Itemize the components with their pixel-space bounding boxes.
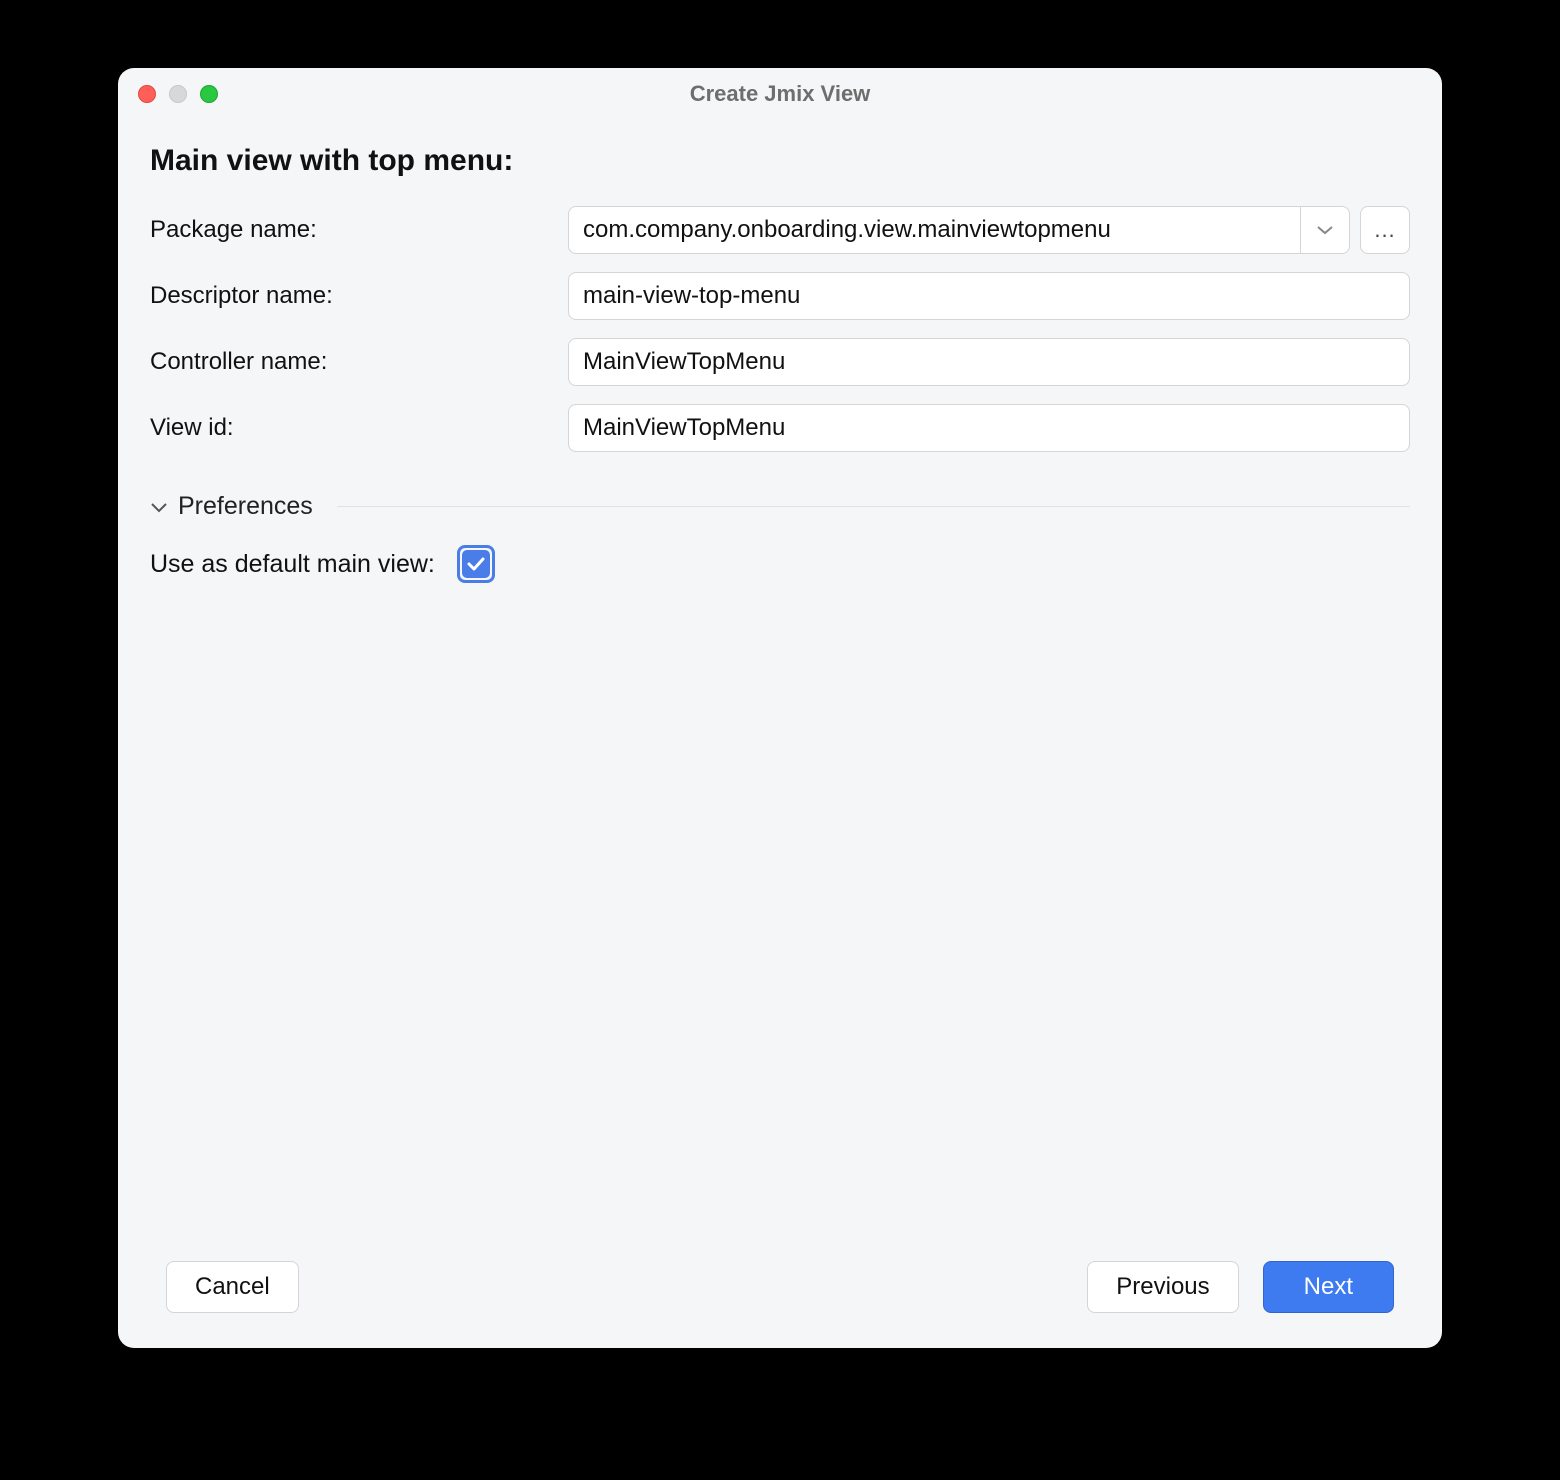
- page-heading: Main view with top menu:: [150, 144, 1410, 178]
- preferences-title: Preferences: [178, 492, 313, 521]
- package-label: Package name:: [150, 216, 568, 244]
- package-row: Package name: ...: [150, 206, 1410, 254]
- default-main-view-label: Use as default main view:: [150, 550, 435, 579]
- controller-field: [568, 338, 1410, 386]
- chevron-down-icon: [150, 501, 168, 513]
- descriptor-row: Descriptor name:: [150, 272, 1410, 320]
- controller-row: Controller name:: [150, 338, 1410, 386]
- descriptor-label: Descriptor name:: [150, 282, 568, 310]
- previous-button[interactable]: Previous: [1087, 1261, 1238, 1313]
- view-id-row: View id:: [150, 404, 1410, 452]
- minimize-window-icon: [169, 85, 187, 103]
- package-browse-button[interactable]: ...: [1360, 206, 1410, 254]
- window-controls: [138, 85, 218, 103]
- next-button[interactable]: Next: [1263, 1261, 1394, 1313]
- dialog-window: Create Jmix View Main view with top menu…: [118, 68, 1442, 1348]
- maximize-window-icon[interactable]: [200, 85, 218, 103]
- close-window-icon[interactable]: [138, 85, 156, 103]
- dialog-content: Main view with top menu: Package name: .…: [118, 120, 1442, 1241]
- descriptor-field: [568, 272, 1410, 320]
- checkmark-icon: [466, 556, 486, 572]
- divider: [337, 506, 1410, 507]
- titlebar: Create Jmix View: [118, 68, 1442, 120]
- view-id-label: View id:: [150, 414, 568, 442]
- preferences-header[interactable]: Preferences: [150, 492, 1410, 521]
- window-title: Create Jmix View: [118, 81, 1442, 107]
- descriptor-input[interactable]: [568, 272, 1410, 320]
- package-field: ...: [568, 206, 1410, 254]
- chevron-down-icon: [1316, 225, 1334, 235]
- view-id-field: [568, 404, 1410, 452]
- package-combo: [568, 206, 1350, 254]
- controller-input[interactable]: [568, 338, 1410, 386]
- package-dropdown-button[interactable]: [1300, 206, 1350, 254]
- preferences-body: Use as default main view:: [150, 545, 1410, 583]
- footer-right-group: Previous Next: [1087, 1261, 1394, 1313]
- dialog-footer: Cancel Previous Next: [118, 1241, 1442, 1348]
- controller-label: Controller name:: [150, 348, 568, 376]
- checkbox-checked-state: [462, 550, 490, 578]
- view-id-input[interactable]: [568, 404, 1410, 452]
- default-main-view-checkbox[interactable]: [457, 545, 495, 583]
- preferences-section: Preferences Use as default main view:: [150, 492, 1410, 583]
- cancel-button[interactable]: Cancel: [166, 1261, 299, 1313]
- package-input[interactable]: [568, 206, 1300, 254]
